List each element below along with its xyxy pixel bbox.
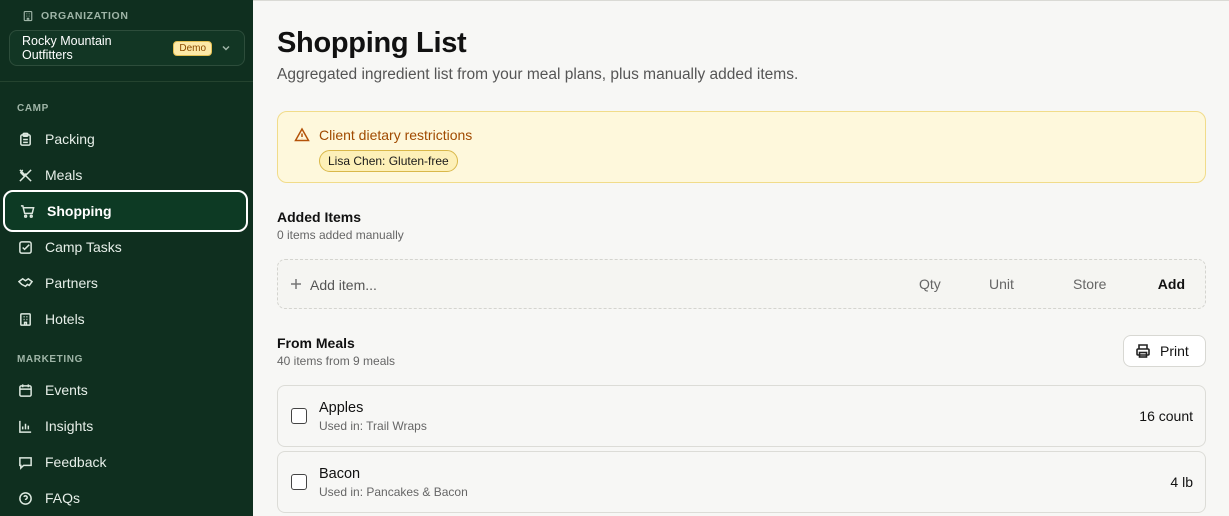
- from-meals-heading: From Meals: [277, 335, 355, 351]
- help-circle-icon: [19, 491, 32, 505]
- item-used-in: Used in: Pancakes & Bacon: [319, 485, 468, 499]
- sidebar-item-label: Insights: [45, 418, 94, 434]
- alert-title: Client dietary restrictions: [319, 127, 473, 143]
- page-title: Shopping List: [277, 27, 467, 59]
- sidebar-item-insights[interactable]: Insights: [3, 408, 248, 444]
- main-content: Shopping List Aggregated ingredient list…: [253, 0, 1229, 516]
- sidebar-item-label: FAQs: [45, 490, 81, 506]
- sidebar-item-packing[interactable]: Packing: [3, 121, 248, 157]
- printer-icon: [1136, 344, 1150, 358]
- item-checkbox[interactable]: [291, 474, 307, 490]
- item-quantity: 16 count: [1139, 408, 1193, 424]
- print-label: Print: [1160, 343, 1189, 359]
- sidebar: ORGANIZATION Rocky Mountain Outfitters D…: [0, 0, 253, 516]
- print-button[interactable]: Print: [1123, 335, 1206, 367]
- clipboard-icon: [20, 132, 31, 146]
- item-used-in: Used in: Trail Wraps: [319, 419, 427, 433]
- handshake-icon: [18, 277, 33, 287]
- sidebar-item-events[interactable]: Events: [3, 372, 248, 408]
- utensils-icon: [19, 168, 32, 182]
- sidebar-item-feedback[interactable]: Feedback: [3, 444, 248, 480]
- demo-badge: Demo: [173, 40, 213, 56]
- sidebar-item-label: Shopping: [47, 203, 112, 219]
- sidebar-item-meals[interactable]: Meals: [3, 157, 248, 193]
- sidebar-item-camp-tasks[interactable]: Camp Tasks: [3, 229, 248, 265]
- sidebar-item-label: Feedback: [45, 454, 107, 470]
- added-items-heading: Added Items: [277, 209, 362, 225]
- list-item: Apples Used in: Trail Wraps 16 count: [277, 385, 1206, 447]
- org-name: Rocky Mountain Outfitters: [22, 34, 112, 62]
- sidebar-item-partners[interactable]: Partners: [3, 265, 248, 301]
- org-label-text: ORGANIZATION: [41, 10, 129, 22]
- from-meals-count: 40 items from 9 meals: [277, 354, 396, 368]
- sidebar-item-label: Hotels: [45, 311, 85, 327]
- sidebar-item-label: Camp Tasks: [45, 239, 122, 255]
- checkbox-icon: [19, 240, 32, 254]
- added-items-count: 0 items added manually: [277, 228, 404, 242]
- sidebar-item-label: Events: [45, 382, 88, 398]
- warning-icon: [294, 127, 310, 142]
- camp-section-label: CAMP: [17, 103, 49, 114]
- qty-field[interactable]: Qty: [919, 276, 941, 292]
- item-name: Apples: [319, 400, 364, 416]
- add-item-row: Qty Unit Store Add: [277, 259, 1206, 309]
- item-checkbox[interactable]: [291, 408, 307, 424]
- sidebar-item-label: Partners: [45, 275, 98, 291]
- chevron-down-icon: [222, 45, 230, 51]
- building-icon: [20, 312, 31, 326]
- cart-icon: [20, 204, 35, 218]
- sidebar-item-faqs[interactable]: FAQs: [3, 480, 248, 516]
- sidebar-divider: [0, 81, 253, 82]
- calendar-icon: [19, 383, 32, 397]
- store-field[interactable]: Store: [1073, 276, 1106, 292]
- list-item: Bacon Used in: Pancakes & Bacon 4 lb: [277, 451, 1206, 513]
- message-icon: [19, 456, 32, 470]
- bar-chart-icon: [19, 420, 32, 433]
- sidebar-item-shopping[interactable]: Shopping: [3, 190, 248, 232]
- item-name: Bacon: [319, 466, 361, 482]
- add-button[interactable]: Add: [1158, 276, 1185, 292]
- add-item-input[interactable]: [310, 274, 610, 296]
- org-switcher[interactable]: Rocky Mountain Outfitters Demo: [9, 30, 245, 66]
- org-label: ORGANIZATION: [22, 10, 129, 22]
- restriction-chip: Lisa Chen: Gluten-free: [319, 150, 458, 172]
- plus-icon: [291, 279, 301, 289]
- item-quantity: 4 lb: [1170, 474, 1193, 490]
- sidebar-item-hotels[interactable]: Hotels: [3, 301, 248, 337]
- marketing-section-label: MARKETING: [17, 354, 83, 365]
- sidebar-item-label: Meals: [45, 167, 83, 183]
- sidebar-item-label: Packing: [45, 131, 95, 147]
- building-icon: [23, 10, 33, 22]
- page-subtitle: Aggregated ingredient list from your mea…: [277, 66, 799, 83]
- unit-field[interactable]: Unit: [989, 276, 1014, 292]
- dietary-alert: Client dietary restrictions Lisa Chen: G…: [277, 111, 1206, 183]
